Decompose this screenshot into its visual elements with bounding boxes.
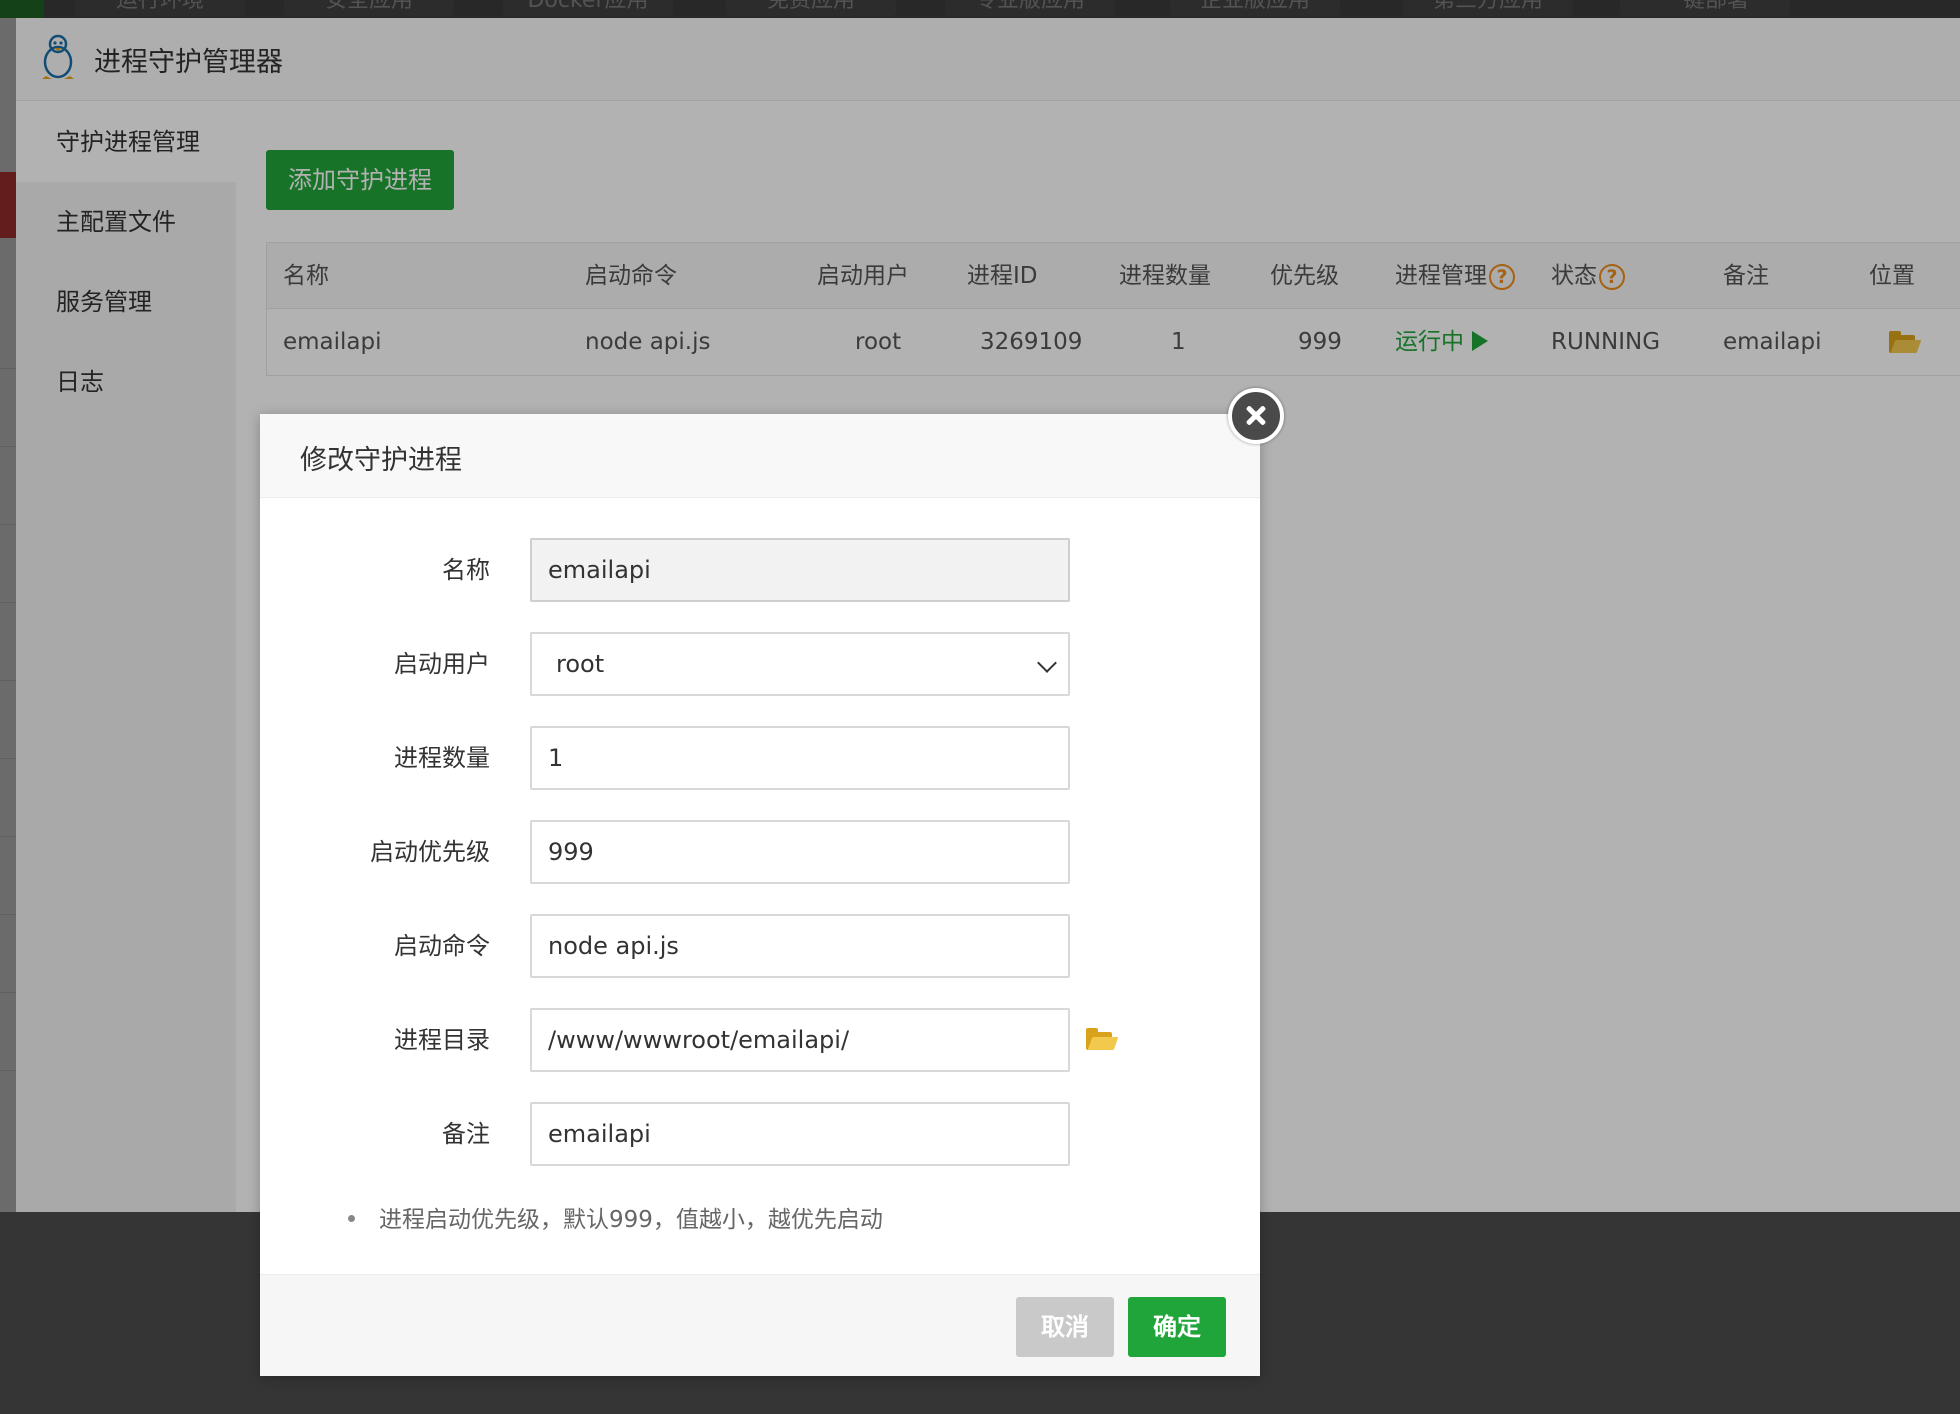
form-row-count: 进程数量	[260, 726, 1260, 790]
name-field[interactable]	[530, 538, 1070, 602]
command-field[interactable]	[530, 914, 1070, 978]
dialog-title: 修改守护进程	[300, 445, 462, 476]
cancel-button[interactable]: 取消	[1016, 1297, 1114, 1357]
form-row-name: 名称	[260, 538, 1260, 602]
user-select[interactable]: root	[530, 632, 1070, 696]
count-label: 进程数量	[394, 744, 490, 772]
process-count-field[interactable]	[530, 726, 1070, 790]
priority-tip-text: 进程启动优先级，默认999，值越小，越优先启动	[379, 1207, 883, 1233]
priority-tip: 进程启动优先级，默认999，值越小，越优先启动	[348, 1200, 883, 1234]
confirm-button[interactable]: 确定	[1128, 1297, 1226, 1357]
form-row-dir: 进程目录	[260, 1008, 1260, 1072]
name-label: 名称	[442, 556, 490, 584]
close-icon[interactable]	[1228, 388, 1284, 444]
user-label: 启动用户	[394, 650, 490, 678]
form-row-priority: 启动优先级	[260, 820, 1260, 884]
bullet-dot	[348, 1215, 355, 1222]
dialog-footer: 取消 确定	[260, 1274, 1260, 1376]
form-row-note: 备注	[260, 1102, 1260, 1166]
user-select-value: root	[556, 650, 605, 678]
chevron-down-icon	[1037, 653, 1057, 673]
command-label: 启动命令	[394, 932, 490, 960]
dir-label: 进程目录	[394, 1026, 490, 1054]
priority-field[interactable]	[530, 820, 1070, 884]
folder-open-icon[interactable]	[1086, 1028, 1119, 1050]
form-row-user: 启动用户 root	[260, 632, 1260, 696]
form-row-command: 启动命令	[260, 914, 1260, 978]
folder-open-icon-front	[1087, 1037, 1119, 1050]
directory-field[interactable]	[530, 1008, 1070, 1072]
dialog-header: 修改守护进程	[260, 414, 1260, 498]
priority-label: 启动优先级	[370, 838, 490, 866]
note-label: 备注	[442, 1120, 490, 1148]
note-field[interactable]	[530, 1102, 1070, 1166]
edit-guard-process-dialog: 修改守护进程 名称 启动用户 root 进程数量 启动优先级 启动命令 进程目录…	[260, 414, 1260, 1376]
